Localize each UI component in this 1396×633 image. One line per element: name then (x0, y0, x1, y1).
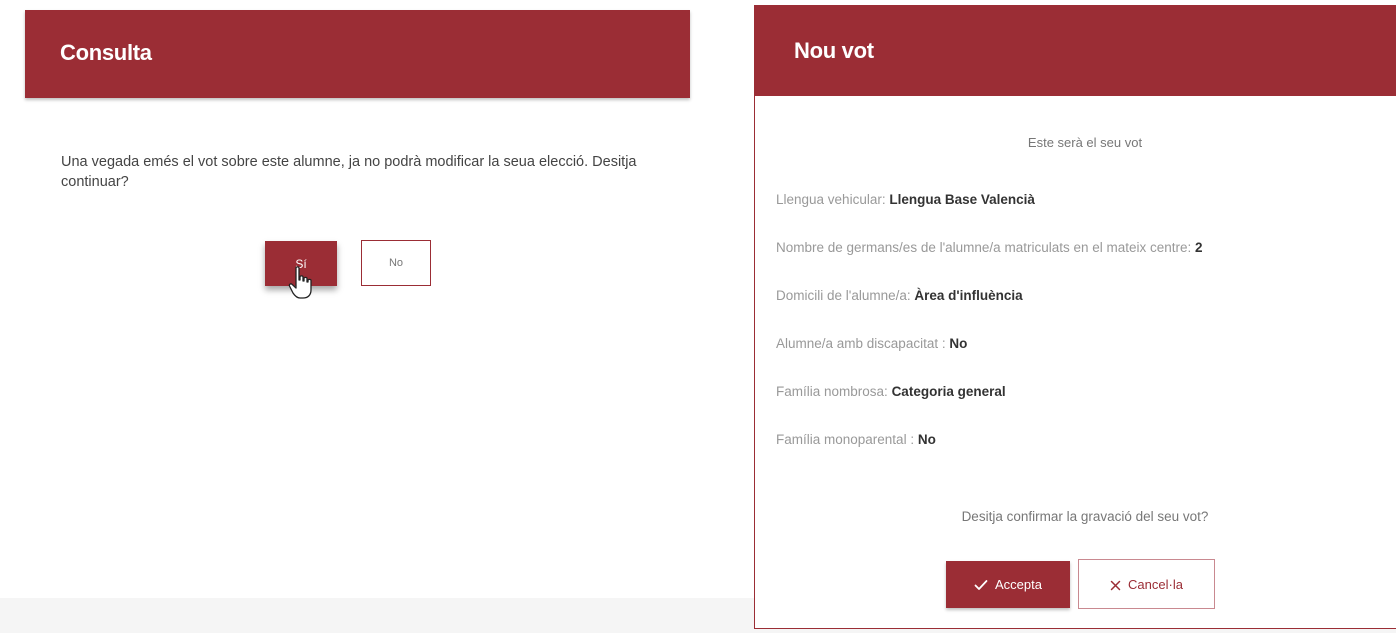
consulta-message: Una vegada emés el vot sobre este alumne… (61, 154, 637, 190)
field-value: No (949, 336, 968, 351)
field-label: Domicili de l'alumne/a: (776, 288, 911, 303)
field-value: No (917, 432, 936, 447)
field-familia-monoparental: Família monoparental : No (776, 432, 936, 447)
field-llengua-vehicular: Llengua vehicular: Llengua Base Valencià (776, 192, 1035, 207)
cancel-label: Cancel·la (1128, 576, 1183, 592)
confirm-question: Desitja confirmar la gravació del seu vo… (961, 509, 1209, 524)
hand-cursor-icon (288, 266, 312, 299)
no-button[interactable]: No (361, 240, 431, 286)
check-icon (974, 580, 988, 590)
field-value: Àrea d'influència (914, 288, 1023, 303)
field-label: Família nombrosa: (776, 384, 888, 399)
vote-intro: Este serà el seu vot (1027, 135, 1143, 150)
accept-label: Accepta (995, 577, 1042, 592)
field-value: Categoria general (891, 384, 1006, 399)
field-value: 2 (1195, 240, 1203, 255)
consulta-dialog: Consulta Una vegada emés el vot sobre es… (0, 0, 700, 633)
cancel-button[interactable]: Cancel·la (1078, 559, 1215, 609)
field-germans: Nombre de germans/es de l'alumne/a matri… (776, 240, 1203, 255)
nou-vot-dialog: Nou vot Este serà el seu vot Llengua veh… (754, 5, 1396, 629)
field-label: Alumne/a amb discapacitat : (776, 336, 946, 351)
field-domicili: Domicili de l'alumne/a: Àrea d'influènci… (776, 288, 1023, 303)
field-label: Llengua vehicular: (776, 192, 886, 207)
accept-button[interactable]: Accepta (946, 561, 1070, 608)
consulta-title: Consulta (60, 40, 152, 65)
field-value: Llengua Base Valencià (889, 192, 1035, 207)
close-icon (1110, 580, 1121, 590)
field-label: Nombre de germans/es de l'alumne/a matri… (776, 240, 1192, 255)
nou-vot-title: Nou vot (794, 38, 874, 63)
page: Consulta Una vegada emés el vot sobre es… (0, 0, 1396, 633)
field-discapacitat: Alumne/a amb discapacitat : No (776, 336, 967, 351)
field-familia-nombrosa: Família nombrosa: Categoria general (776, 384, 1006, 399)
consulta-header: Consulta (25, 10, 690, 98)
nou-vot-header: Nou vot (755, 6, 1396, 96)
field-label: Família monoparental : (776, 432, 915, 447)
